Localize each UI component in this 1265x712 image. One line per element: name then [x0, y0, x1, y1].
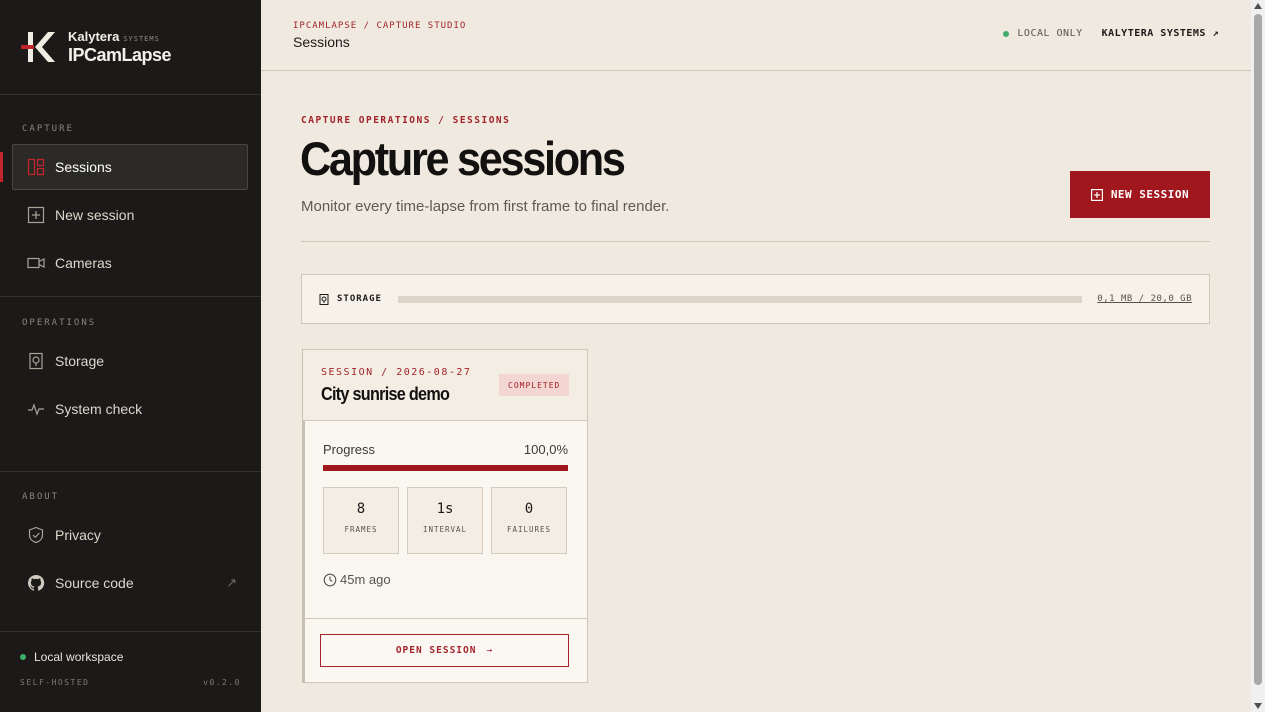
stat-label: INTERVAL: [422, 525, 468, 534]
sidebar-item-cameras[interactable]: Cameras: [12, 240, 248, 286]
topbar-title: Sessions: [293, 34, 350, 50]
hosting-label: SELF-HOSTED: [20, 678, 90, 687]
breadcrumb: IPCAMLAPSE / CAPTURE STUDIO: [293, 21, 467, 31]
stat-value: 8: [356, 501, 366, 517]
stat-label: FAILURES: [506, 525, 552, 534]
stat-frames: 8 FRAMES: [323, 487, 399, 554]
new-session-label: NEW SESSION: [1110, 188, 1190, 201]
new-session-button[interactable]: NEW SESSION: [1070, 171, 1210, 218]
session-progress-fill: [323, 465, 568, 471]
github-icon: [27, 574, 45, 592]
storage-icon: [27, 352, 45, 370]
storage-label: STORAGE: [337, 294, 382, 304]
session-progress-track: [323, 465, 568, 471]
sidebar-item-label: Cameras: [55, 255, 112, 271]
brand-product: IPCamLapse: [68, 44, 172, 65]
nav-heading-operations: OPERATIONS: [22, 318, 97, 328]
status-badge: COMPLETED: [499, 374, 570, 396]
open-session-label: OPEN SESSION: [395, 645, 477, 656]
sidebar-item-label: Privacy: [55, 527, 101, 543]
nav-section-capture: CAPTURE Sessions New session Cameras: [0, 95, 261, 297]
sidebar-item-label: System check: [55, 401, 143, 417]
storage-progress-track: [397, 295, 1083, 303]
workspace-label: Local workspace: [34, 650, 124, 664]
camera-icon: [27, 254, 45, 272]
status-dot-icon: [1003, 30, 1010, 37]
session-meta: SESSION / 2026-08-27: [321, 367, 472, 378]
stat-interval: 1s INTERVAL: [407, 487, 483, 554]
nav-heading-about: ABOUT: [22, 492, 60, 502]
sidebar-item-sessions[interactable]: Sessions: [12, 144, 248, 190]
brand-company: Kalytera: [68, 29, 120, 45]
stat-value: 1s: [436, 501, 454, 517]
sidebar-item-privacy[interactable]: Privacy: [12, 512, 248, 558]
local-only-label: LOCAL ONLY: [1017, 28, 1083, 39]
session-card-header: SESSION / 2026-08-27 City sunrise demo C…: [303, 350, 587, 421]
session-title: City sunrise demo: [321, 384, 450, 404]
layout-icon: [27, 158, 45, 176]
scroll-up-icon[interactable]: [1254, 3, 1262, 9]
sidebar-item-label: Sessions: [55, 159, 112, 175]
sidebar-item-label: Storage: [55, 353, 105, 369]
workspace-status: Local workspace: [20, 650, 241, 664]
pulse-icon: [27, 400, 45, 418]
stat-value: 0: [524, 501, 534, 517]
sidebar-item-new-session[interactable]: New session: [12, 192, 248, 238]
version-label: v0.2.0: [203, 678, 241, 687]
page-title: Capture sessions: [300, 132, 626, 185]
header-divider: [301, 241, 1210, 242]
kalytera-logo-icon: [20, 30, 58, 64]
storage-icon: [319, 293, 329, 305]
storage-summary: STORAGE 0,1 MB / 20,0 GB: [301, 274, 1210, 324]
session-stats: 8 FRAMES 1s INTERVAL 0 FAILURES: [323, 487, 567, 554]
plus-square-icon: [27, 206, 45, 224]
nav-heading-capture: CAPTURE: [22, 124, 74, 134]
page-subtitle: Monitor every time-lapse from first fram…: [301, 198, 670, 215]
sidebar-footer: Local workspace SELF-HOSTED v0.2.0: [0, 631, 261, 712]
session-card-footer: OPEN SESSION →: [303, 618, 587, 682]
progress-value: 100,0%: [523, 442, 568, 457]
brand-systems: SYSTEMS: [123, 35, 160, 44]
external-link-icon: ↗: [226, 575, 237, 590]
nav-section-about: ABOUT Privacy Source code ↗: [0, 472, 261, 631]
sidebar-item-label: Source code: [55, 575, 134, 591]
sidebar-item-storage[interactable]: Storage: [12, 338, 248, 384]
sidebar: Kalytera SYSTEMS IPCamLapse CAPTURE Sessi…: [0, 0, 261, 712]
topbar: IPCAMLAPSE / CAPTURE STUDIO Sessions LOC…: [261, 0, 1251, 71]
nav-section-operations: OPERATIONS Storage System check: [0, 297, 261, 472]
clock-icon: [323, 573, 337, 587]
local-only-status: LOCAL ONLY: [1003, 28, 1082, 39]
shield-icon: [27, 526, 45, 544]
brand[interactable]: Kalytera SYSTEMS IPCamLapse: [0, 0, 261, 95]
stat-label: FRAMES: [344, 525, 378, 534]
status-dot-icon: [20, 654, 26, 660]
scroll-down-icon[interactable]: [1254, 703, 1262, 709]
storage-value[interactable]: 0,1 MB / 20,0 GB: [1097, 294, 1192, 304]
plus-square-icon: [1090, 188, 1103, 201]
sidebar-item-label: New session: [55, 207, 135, 223]
kalytera-systems-link[interactable]: KALYTERA SYSTEMS ↗: [1102, 28, 1219, 39]
sidebar-item-system-check[interactable]: System check: [12, 386, 248, 432]
arrow-right-icon: →: [486, 645, 494, 656]
main-content: CAPTURE OPERATIONS / SESSIONS Capture se…: [261, 71, 1251, 712]
session-age: 45m ago: [323, 572, 391, 587]
open-session-button[interactable]: OPEN SESSION →: [320, 634, 569, 667]
page-scrollbar[interactable]: [1251, 0, 1265, 712]
progress-label: Progress: [323, 442, 376, 457]
session-age-label: 45m ago: [340, 572, 391, 587]
scroll-thumb[interactable]: [1254, 14, 1262, 685]
stat-failures: 0 FAILURES: [491, 487, 567, 554]
section-breadcrumb: CAPTURE OPERATIONS / SESSIONS: [301, 115, 511, 126]
sidebar-item-source-code[interactable]: Source code ↗: [12, 560, 248, 606]
session-card: SESSION / 2026-08-27 City sunrise demo C…: [302, 349, 588, 683]
